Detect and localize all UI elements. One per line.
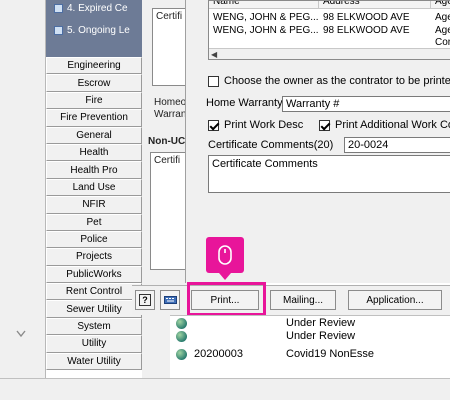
report-label: 5. Ongoing Le xyxy=(67,24,130,36)
cell-address: 98 ELKWOOD AVE xyxy=(323,12,410,23)
certificate-comments-textarea[interactable]: Certificate Comments xyxy=(208,155,450,193)
report-item[interactable]: 4. Expired Ce xyxy=(54,0,128,16)
print-work-desc-option[interactable]: Print Work Desc xyxy=(208,119,303,131)
record-status: Under Review xyxy=(286,317,356,329)
globe-icon xyxy=(176,317,187,329)
column-header-age[interactable]: Age xyxy=(431,1,450,8)
chevron-down-icon[interactable] xyxy=(16,330,26,338)
module-button-land-use[interactable]: Land Use xyxy=(46,178,142,197)
certificate-comments-label: Certificate Comments(20) xyxy=(208,139,334,151)
module-button-projects[interactable]: Projects xyxy=(46,248,142,266)
print-work-desc-label: Print Work Desc xyxy=(224,119,304,131)
help-icon: ? xyxy=(139,294,151,306)
grid-header: Name Address Age xyxy=(209,1,450,9)
choose-owner-checkbox[interactable] xyxy=(208,75,219,87)
module-button-police[interactable]: Police xyxy=(46,230,142,249)
home-warranty-input[interactable]: Warranty # xyxy=(282,96,450,112)
record-list: Under Review Under Review 20200003 Covid… xyxy=(170,315,450,378)
record-status: Covid19 NonEsse xyxy=(286,348,375,360)
report-label: 4. Expired Ce xyxy=(67,2,128,14)
module-button-health-pro[interactable]: Health Pro xyxy=(46,161,142,179)
table-row[interactable]: WENG, JOHN & PEG... 98 ELKWOOD AVE Age xyxy=(209,12,450,25)
module-button-utility[interactable]: Utility xyxy=(46,335,142,353)
choose-owner-label: Choose the owner as the contrator to be … xyxy=(224,75,450,87)
print-additional-checkbox[interactable] xyxy=(319,119,330,131)
record-status: Under Review xyxy=(286,330,356,342)
globe-icon xyxy=(176,348,187,360)
report-icon xyxy=(54,3,63,13)
scroll-left-icon[interactable]: ◀ xyxy=(211,50,217,59)
column-header-name[interactable]: Name xyxy=(209,1,319,8)
mailing-button[interactable]: Mailing... xyxy=(270,290,336,310)
record-id: 20200003 xyxy=(194,348,243,360)
module-button-general[interactable]: General xyxy=(46,126,142,144)
keyboard-icon xyxy=(163,296,177,304)
background-non-uc-label: Non-UC xyxy=(148,136,186,147)
list-item[interactable]: Under Review xyxy=(170,328,355,344)
horizontal-scrollbar[interactable]: ◀ xyxy=(209,48,450,59)
status-bar xyxy=(0,378,450,400)
module-button-fire[interactable]: Fire xyxy=(46,91,142,110)
module-button-health[interactable]: Health xyxy=(46,143,142,162)
module-button-nfir[interactable]: NFIR xyxy=(46,196,142,214)
print-additional-label: Print Additional Work Com xyxy=(335,119,450,131)
module-button-engineering[interactable]: Engineering xyxy=(46,57,142,75)
print-additional-option[interactable]: Print Additional Work Com xyxy=(319,119,450,131)
cursor-indicator xyxy=(206,237,244,280)
left-sidebar xyxy=(0,0,46,378)
help-button[interactable]: ? xyxy=(135,290,155,310)
module-button-publicworks[interactable]: PublicWorks xyxy=(46,265,142,284)
module-list: Engineering Escrow Fire Fire Prevention … xyxy=(46,57,142,371)
print-button-highlight xyxy=(187,282,266,316)
choose-owner-option[interactable]: Choose the owner as the contrator to be … xyxy=(208,75,450,87)
keyboard-button[interactable] xyxy=(160,290,180,310)
mouse-icon xyxy=(218,245,232,265)
list-item[interactable]: 20200003 Covid19 NonEsse xyxy=(170,346,374,362)
cell-name: WENG, JOHN & PEG... xyxy=(213,12,319,23)
cell-agent: Age xyxy=(435,12,450,23)
module-button-escrow[interactable]: Escrow xyxy=(46,74,142,92)
report-icon xyxy=(54,25,63,35)
print-work-desc-checkbox[interactable] xyxy=(208,119,219,131)
report-item[interactable]: 5. Ongoing Le xyxy=(54,22,130,38)
owner-grid: Name Address Age WENG, JOHN & PEG... 98 … xyxy=(208,0,450,60)
home-warranty-label: Home Warranty: xyxy=(206,97,286,109)
module-button-pet[interactable]: Pet xyxy=(46,213,142,231)
module-button-system[interactable]: System xyxy=(46,317,142,336)
certificate-comments-code-input[interactable]: 20-0024 xyxy=(344,137,450,153)
dialog-button-bar: ? Print... Mailing... Application... xyxy=(132,285,450,315)
module-button-sewer-utility[interactable]: Sewer Utility xyxy=(46,300,142,318)
column-header-address[interactable]: Address xyxy=(319,1,431,8)
background-grid-header: Certifi xyxy=(156,11,183,22)
background-warranty-label: Warran xyxy=(154,109,187,120)
module-button-fire-prevention[interactable]: Fire Prevention xyxy=(46,109,142,127)
reports-panel: 4. Expired Ce 5. Ongoing Le xyxy=(46,0,142,57)
module-button-rent-control[interactable]: Rent Control xyxy=(46,283,142,301)
globe-icon xyxy=(176,330,187,342)
application-button[interactable]: Application... xyxy=(348,290,442,310)
background-grid-header: Certifi xyxy=(154,155,181,166)
module-button-water-utility[interactable]: Water Utility xyxy=(46,352,142,371)
